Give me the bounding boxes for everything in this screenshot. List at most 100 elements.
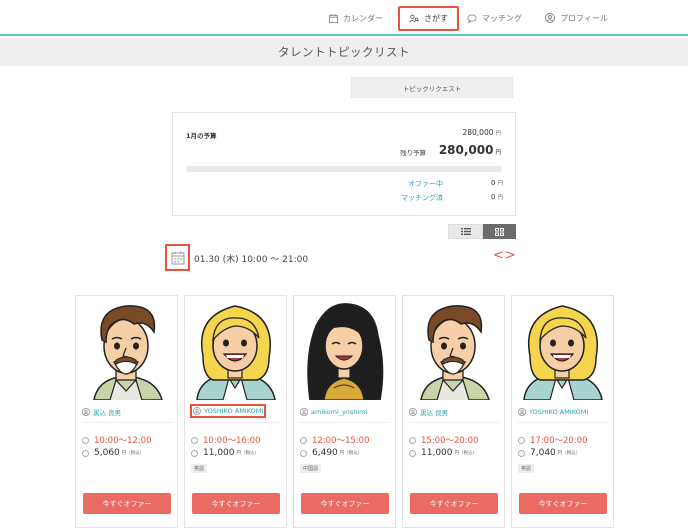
top-nav: カレンダー さがす マッチング プロフィール — [0, 0, 688, 36]
price-row: 5,060 円（税込） — [82, 448, 144, 458]
nav-profile-label: プロフィール — [560, 13, 608, 23]
talent-portrait-woman-blonde — [185, 296, 286, 400]
list-icon — [460, 228, 471, 235]
clock-icon — [82, 436, 89, 444]
talent-portrait-man — [403, 296, 504, 400]
budget-total-value: 280,000 — [462, 128, 494, 137]
talent-name: YOSHIKO AMIKOMI — [204, 407, 264, 415]
budget-remaining-label: 残り予算 — [400, 149, 426, 157]
price: 6,490 — [312, 448, 338, 458]
yen-icon — [300, 449, 307, 457]
talent-portrait-woman-blonde — [512, 296, 613, 400]
user-circle-icon — [82, 407, 90, 416]
offer-now-button[interactable]: 今すぐオファー — [519, 493, 607, 514]
topic-request-button[interactable]: トピックリクエスト — [351, 77, 513, 98]
date-range-text: 01.30 (木) 10:00 〜 21:00 — [194, 255, 309, 265]
talent-card[interactable]: YOSHIKO AMIKOMI 10:00〜16:00 11,000 円（税込） … — [184, 295, 287, 528]
time-slot: 15:00〜20:00 — [421, 436, 479, 446]
talent-portrait-man — [76, 296, 177, 400]
price: 5,060 — [94, 448, 120, 458]
nav-profile[interactable]: プロフィール — [545, 9, 608, 27]
offer-now-button[interactable]: 今すぐオファー — [301, 493, 389, 514]
language-badge: 英語 — [191, 464, 208, 473]
time-slot-row: 17:00〜20:00 — [518, 434, 588, 446]
budget-remaining-unit: 円 — [495, 150, 501, 156]
nav-matching-label: マッチング — [482, 13, 522, 23]
divider — [300, 422, 390, 423]
time-slot: 10:00〜16:00 — [203, 436, 261, 446]
grid-icon — [495, 227, 504, 236]
price-unit: 円（税込） — [236, 451, 260, 456]
nav-search-label: さがす — [424, 14, 448, 23]
yen-icon — [191, 449, 198, 457]
user-circle-icon — [300, 407, 308, 416]
price: 7,040 — [530, 448, 556, 458]
view-toggle — [448, 224, 516, 239]
price-row: 11,000 円（税込） — [409, 448, 477, 458]
date-picker-button[interactable] — [165, 244, 190, 271]
budget-total: 280,000 円 — [462, 128, 501, 137]
nav-matching[interactable]: マッチング — [467, 9, 522, 27]
offer-now-button[interactable]: 今すぐオファー — [192, 493, 280, 514]
offer-now-button[interactable]: 今すぐオファー — [83, 493, 171, 514]
price: 11,000 — [203, 448, 235, 458]
date-nav-arrows[interactable]: <> — [493, 248, 517, 263]
price-unit: 円（税込） — [339, 451, 363, 456]
language-badge: 英語 — [518, 464, 535, 473]
budget-offering-row: オファー中 0円 — [173, 179, 517, 189]
budget-offering-label[interactable]: オファー中 — [408, 179, 443, 189]
nav-calendar-label: カレンダー — [343, 13, 383, 23]
clock-icon — [518, 436, 525, 444]
talent-name-row[interactable]: 黒込 良男 — [82, 406, 121, 417]
time-slot: 17:00〜20:00 — [530, 436, 588, 446]
user-circle-icon — [193, 407, 201, 415]
price: 11,000 — [421, 448, 453, 458]
yen-icon — [82, 449, 89, 457]
talent-name-row[interactable]: 黒込 良男 — [409, 406, 448, 417]
yen-icon — [409, 449, 416, 457]
talent-card[interactable]: YOSHIKO AMIKOMI 17:00〜20:00 7,040 円（税込） 英… — [511, 295, 614, 528]
divider — [409, 422, 499, 423]
talent-card[interactable]: 黒込 良男 15:00〜20:00 11,000 円（税込） 今すぐオファー — [402, 295, 505, 528]
language-badge: 中国語 — [300, 464, 322, 473]
clock-icon — [300, 436, 307, 444]
price-row: 6,490 円（税込） — [300, 448, 362, 458]
price-unit: 円（税込） — [557, 451, 581, 456]
talent-name-row[interactable]: YOSHIKO AMIKOMI — [518, 406, 588, 417]
yen-icon — [518, 449, 525, 457]
grid-view-button[interactable] — [483, 224, 516, 239]
list-view-button[interactable] — [448, 224, 483, 239]
budget-offering-value: 0円 — [491, 179, 503, 187]
budget-month-label: 1月の予算 — [186, 132, 217, 140]
budget-matched-label[interactable]: マッチング済 — [401, 193, 443, 203]
user-circle-icon — [545, 13, 555, 23]
matched-amount: 0 — [491, 193, 496, 201]
divider — [82, 422, 172, 423]
talent-name-row[interactable]: YOSHIKO AMIKOMI — [190, 404, 267, 418]
offering-unit: 円 — [497, 181, 503, 187]
time-slot: 10:00〜12:00 — [94, 436, 152, 446]
talent-card[interactable]: amikomi_yoshimi 12:00〜15:00 6,490 円（税込） 中… — [293, 295, 396, 528]
offer-now-button[interactable]: 今すぐオファー — [410, 493, 498, 514]
divider — [191, 422, 281, 423]
talent-name: YOSHIKO AMIKOMI — [529, 407, 589, 416]
budget-remaining: 280,000 円 — [439, 143, 501, 157]
budget-matched-row: マッチング済 0円 — [173, 193, 517, 203]
budget-remaining-value: 280,000 — [438, 143, 494, 157]
budget-card: 1月の予算 280,000 円 残り予算 280,000 円 オファー中 0円 マッ… — [172, 112, 516, 216]
page-title: タレントトピックリスト — [0, 38, 688, 66]
nav-calendar[interactable]: カレンダー — [329, 9, 383, 27]
divider — [518, 422, 608, 423]
budget-progress-bar — [186, 166, 502, 172]
search-people-icon — [409, 14, 419, 23]
matched-unit: 円 — [497, 195, 503, 201]
clock-icon — [191, 436, 198, 444]
price-unit: 円（税込） — [121, 451, 145, 456]
talent-card[interactable]: 黒込 良男 10:00〜12:00 5,060 円（税込） 今すぐオファー — [75, 295, 178, 528]
nav-search[interactable]: さがす — [398, 6, 459, 31]
talent-name-row[interactable]: amikomi_yoshimi — [300, 406, 367, 417]
time-slot-row: 10:00〜16:00 — [191, 434, 261, 446]
price-row: 11,000 円（税込） — [191, 448, 259, 458]
price-unit: 円（税込） — [454, 451, 478, 456]
user-circle-icon — [409, 407, 417, 416]
